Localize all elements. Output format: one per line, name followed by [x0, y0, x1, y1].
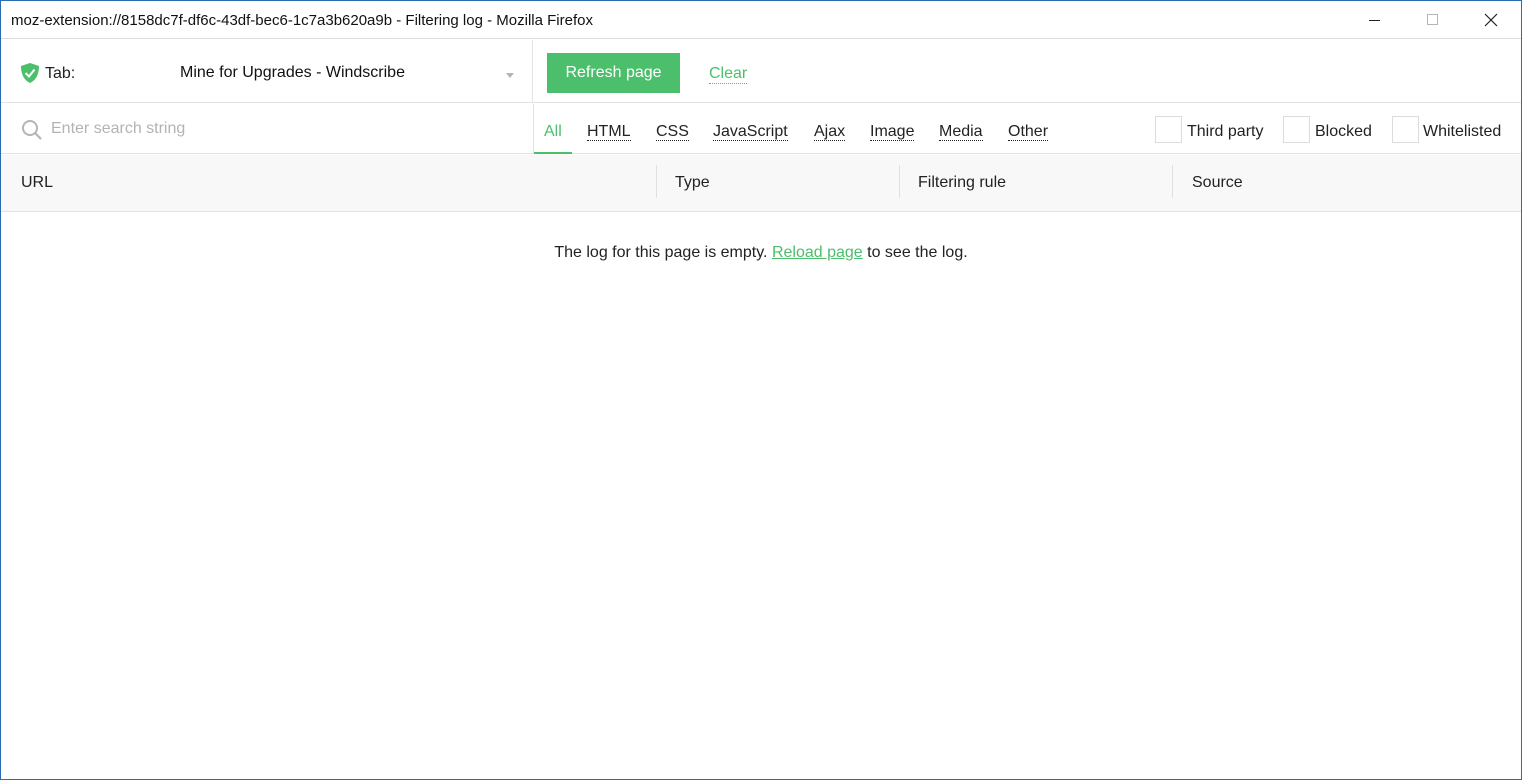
tab-javascript[interactable]: JavaScript — [713, 123, 788, 141]
close-button[interactable] — [1462, 1, 1520, 39]
close-icon — [1484, 13, 1498, 27]
filter-row: All HTML CSS JavaScript Ajax Image Media… — [1, 104, 1521, 154]
whitelisted-checkbox[interactable] — [1392, 116, 1419, 143]
window-title: moz-extension://8158dc7f-df6c-43df-bec6-… — [11, 12, 593, 29]
minimize-icon — [1369, 20, 1380, 21]
tab-selector-section: Tab: Mine for Upgrades - Windscribe — [1, 40, 533, 103]
tab-image[interactable]: Image — [870, 123, 915, 141]
column-type[interactable]: Type — [675, 174, 710, 192]
tab-css[interactable]: CSS — [656, 123, 689, 141]
search-icon — [22, 120, 42, 140]
tab-select[interactable]: Mine for Upgrades - Windscribe — [180, 64, 405, 82]
browser-window: moz-extension://8158dc7f-df6c-43df-bec6-… — [0, 0, 1522, 780]
maximize-icon — [1427, 14, 1438, 25]
log-toolbar: Tab: Mine for Upgrades - Windscribe Refr… — [1, 40, 1521, 103]
third-party-label[interactable]: Third party — [1187, 123, 1263, 141]
search-input[interactable] — [51, 117, 511, 141]
reload-page-link[interactable]: Reload page — [772, 244, 863, 261]
clear-link[interactable]: Clear — [709, 65, 748, 84]
refresh-page-button[interactable]: Refresh page — [547, 53, 680, 93]
column-source[interactable]: Source — [1192, 174, 1243, 192]
column-divider[interactable] — [1172, 165, 1173, 198]
title-bar: moz-extension://8158dc7f-df6c-43df-bec6-… — [1, 1, 1521, 39]
minimize-button[interactable] — [1346, 1, 1404, 39]
maximize-button[interactable] — [1404, 1, 1462, 39]
blocked-checkbox[interactable] — [1283, 116, 1310, 143]
chevron-down-icon[interactable] — [506, 73, 514, 78]
column-divider[interactable] — [899, 165, 900, 198]
column-divider[interactable] — [656, 165, 657, 198]
shield-check-icon — [21, 63, 39, 83]
empty-message-after: to see the log. — [867, 244, 968, 261]
log-table-header: URL Type Filtering rule Source — [1, 155, 1521, 212]
tab-label: Tab: — [45, 65, 76, 82]
column-filtering-rule[interactable]: Filtering rule — [918, 174, 1006, 192]
third-party-checkbox[interactable] — [1155, 116, 1182, 143]
search-section — [1, 104, 534, 154]
whitelisted-label[interactable]: Whitelisted — [1423, 123, 1501, 141]
tab-html[interactable]: HTML — [587, 123, 631, 141]
blocked-label[interactable]: Blocked — [1315, 123, 1372, 141]
tab-media[interactable]: Media — [939, 123, 983, 141]
column-url[interactable]: URL — [21, 174, 53, 192]
active-tab-indicator — [534, 152, 572, 154]
tab-other[interactable]: Other — [1008, 123, 1049, 141]
empty-log-message: The log for this page is empty. Reload p… — [1, 244, 1521, 262]
tab-all[interactable]: All — [544, 123, 562, 140]
tab-ajax[interactable]: Ajax — [814, 123, 846, 141]
empty-message-before: The log for this page is empty. — [554, 244, 768, 261]
